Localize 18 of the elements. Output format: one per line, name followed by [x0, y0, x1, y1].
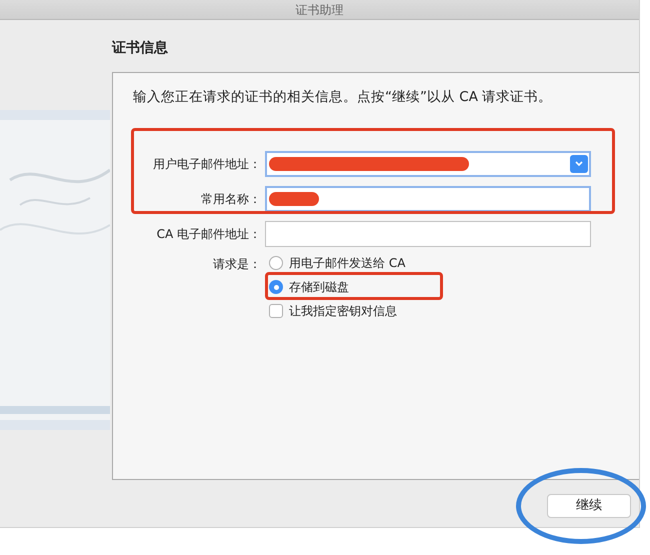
option-label: 让我指定密钥对信息	[289, 303, 397, 320]
option-label: 存储到磁盘	[289, 279, 349, 296]
radio-button[interactable]	[269, 256, 283, 270]
section-title: 证书信息	[112, 39, 169, 58]
input-field[interactable]	[265, 186, 591, 212]
window-title: 证书助理	[296, 4, 344, 16]
field-label: 请求是：	[212, 256, 262, 273]
field-label: 常用名称：	[200, 191, 262, 208]
radio-button[interactable]	[269, 280, 283, 294]
email-combo-box[interactable]	[265, 151, 591, 177]
field-label: CA 电子邮件地址：	[156, 226, 262, 243]
checkbox[interactable]	[269, 304, 283, 318]
instruction-text: 输入您正在请求的证书的相关信息。点按“继续”以从 CA 请求证书。	[133, 89, 554, 106]
input-field[interactable]	[265, 221, 591, 247]
chevron-down-icon[interactable]	[570, 155, 588, 173]
field-label: 用户电子邮件地址：	[152, 156, 262, 173]
continue-button[interactable]: 继续	[547, 494, 631, 518]
option-label: 用电子邮件发送给 CA	[289, 255, 406, 272]
